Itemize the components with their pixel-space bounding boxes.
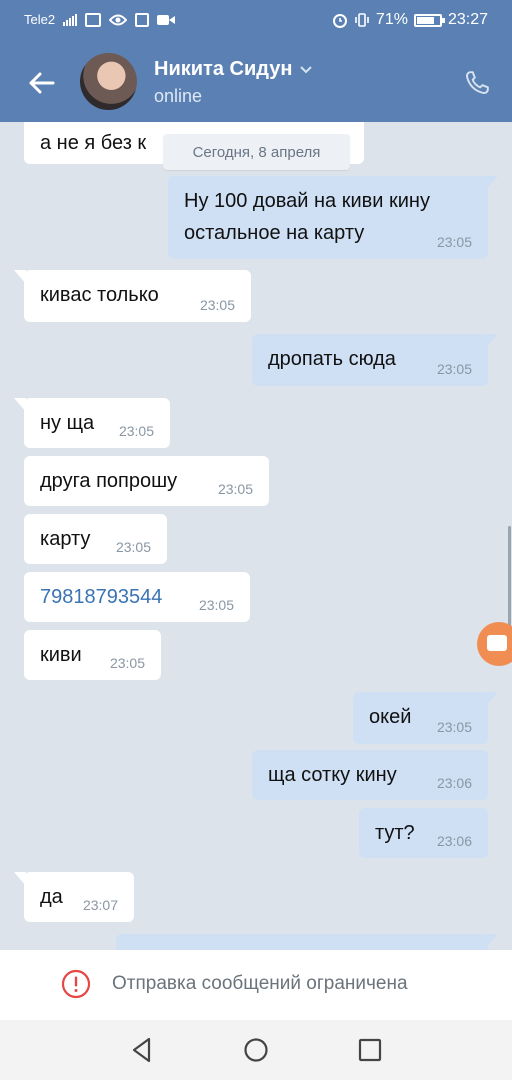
- message-list[interactable]: а не я без к Сегодня, 8 апреля Ну 100 до…: [0, 122, 512, 950]
- message-bubble-incoming[interactable]: киви 23:05: [24, 630, 161, 680]
- message-bubble-outgoing[interactable]: тут? 23:06: [359, 808, 488, 858]
- message-time: 23:05: [115, 539, 151, 555]
- message-text: друга попрошу: [40, 470, 178, 492]
- message-bubble-incoming[interactable]: карту 23:05: [24, 514, 167, 564]
- nav-recents-icon[interactable]: [356, 1036, 384, 1064]
- nav-home-icon[interactable]: [242, 1036, 270, 1064]
- message-text: ща сотку кину: [268, 764, 397, 786]
- chevron-down-icon: [300, 65, 313, 73]
- date-separator: Сегодня, 8 апреля: [163, 134, 350, 170]
- message-text: ну ща: [40, 412, 95, 434]
- carrier-label: Tele2: [24, 12, 56, 27]
- video-icon: [157, 14, 176, 25]
- message-time: 23:05: [217, 481, 253, 497]
- contact-name[interactable]: Никита Сидун: [154, 58, 313, 81]
- avatar[interactable]: [80, 53, 137, 110]
- back-arrow-icon[interactable]: [26, 68, 56, 98]
- status-bar: Tele2 71% 23:27: [0, 0, 512, 42]
- message-time: 23:05: [118, 423, 154, 439]
- message-bubble-incoming[interactable]: 79818793544 23:05: [24, 572, 250, 622]
- status-time: 23:27: [447, 11, 488, 28]
- message-time: 23:05: [436, 234, 472, 250]
- message-text-line: Ну 100 довай на киви кину: [184, 190, 430, 212]
- signal-icon: [63, 13, 78, 26]
- message-bubble-outgoing[interactable]: Ну 100 довай на киви кину остальное на к…: [168, 176, 498, 259]
- video-message-button[interactable]: [477, 622, 512, 666]
- message-time: 23:05: [199, 297, 235, 313]
- message-text: дропать сюда: [268, 348, 396, 370]
- message-text: киви: [40, 644, 82, 666]
- phone-number-link[interactable]: 79818793544: [40, 586, 162, 609]
- message-time: 23:05: [109, 655, 145, 671]
- message-bubble-outgoing[interactable]: окей 23:05: [353, 692, 498, 744]
- message-bubble-incoming[interactable]: ну ща 23:05: [14, 398, 170, 448]
- message-text: окей: [369, 706, 412, 728]
- message-bubble-outgoing[interactable]: дропать сюда 23:05: [252, 334, 498, 386]
- message-time: 23:06: [436, 775, 472, 791]
- message-bubble-incoming[interactable]: да 23:07: [14, 872, 134, 922]
- eye-icon: [109, 14, 128, 25]
- battery-icon: [413, 13, 445, 27]
- vibrate-icon: [355, 13, 369, 27]
- message-time: 23:05: [198, 597, 234, 613]
- nfc-icon: [135, 12, 150, 27]
- nav-back-icon[interactable]: [128, 1036, 156, 1064]
- message-bubble-incoming[interactable]: друга попрошу 23:05: [24, 456, 269, 506]
- message-time: 23:07: [82, 897, 118, 913]
- presence-status: online: [154, 86, 203, 106]
- message-text: карту: [40, 528, 91, 550]
- message-time: 23:06: [436, 833, 472, 849]
- message-text: тут?: [375, 822, 415, 844]
- cast-icon: [85, 12, 102, 27]
- warning-icon: [61, 969, 91, 999]
- message-text: да: [40, 886, 63, 908]
- message-bubble-incoming[interactable]: кивас только 23:05: [14, 270, 251, 322]
- alarm-icon: [332, 14, 347, 28]
- message-time: 23:05: [436, 361, 472, 377]
- message-time: 23:05: [436, 719, 472, 735]
- app-header: Tele2 71% 23:27 Никита Сидун online: [0, 0, 512, 122]
- phone-call-icon[interactable]: [464, 70, 490, 96]
- message-text-line: остальное на карту: [184, 222, 365, 244]
- video-icon: [487, 635, 507, 651]
- message-bubble-outgoing[interactable]: [116, 934, 498, 950]
- message-text: а не я без к: [40, 132, 147, 154]
- message-bubble-outgoing[interactable]: ща сотку кину 23:06: [252, 750, 488, 800]
- battery-percent: 71%: [375, 11, 408, 28]
- restriction-text: Отправка сообщений ограничена: [112, 973, 408, 994]
- contact-name-label: Никита Сидун: [154, 58, 293, 80]
- message-text: кивас только: [40, 284, 159, 306]
